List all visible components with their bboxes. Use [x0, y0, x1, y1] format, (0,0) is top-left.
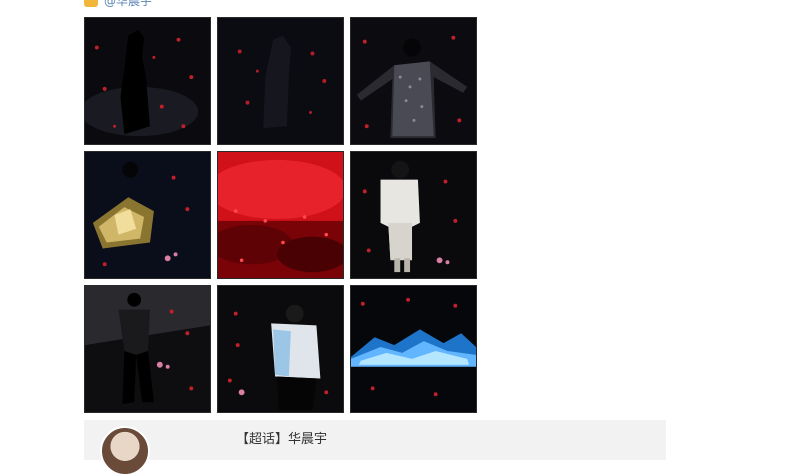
photo-1-image — [85, 18, 210, 144]
photo-thumbnail-3[interactable] — [350, 17, 477, 145]
photo-grid — [84, 17, 478, 413]
photo-2-image — [218, 18, 343, 144]
photo-thumbnail-4[interactable] — [84, 151, 211, 279]
photo-thumbnail-2[interactable] — [217, 17, 344, 145]
photo-thumbnail-9[interactable] — [350, 285, 477, 413]
photo-thumbnail-8[interactable] — [217, 285, 344, 413]
photo-thumbnail-5[interactable] — [217, 151, 344, 279]
photo-thumbnail-7[interactable] — [84, 285, 211, 413]
photo-thumbnail-1[interactable] — [84, 17, 211, 145]
mention-link[interactable]: @华晨宇 — [104, 0, 152, 9]
photo-5-image — [218, 152, 343, 278]
repost-title[interactable]: 【超话】华晨宇 — [236, 428, 327, 447]
photo-4-image — [85, 152, 210, 278]
emoji-icon — [84, 0, 98, 7]
avatar[interactable] — [100, 426, 150, 476]
photo-7-image — [85, 286, 210, 412]
photo-9-image — [351, 286, 476, 412]
post-header: @华晨宇 — [84, 0, 152, 8]
photo-3-image — [351, 18, 476, 144]
repost-card[interactable]: 【超话】华晨宇 — [84, 420, 666, 476]
photo-thumbnail-6[interactable] — [350, 151, 477, 279]
photo-8-image — [218, 286, 343, 412]
photo-6-image — [351, 152, 476, 278]
